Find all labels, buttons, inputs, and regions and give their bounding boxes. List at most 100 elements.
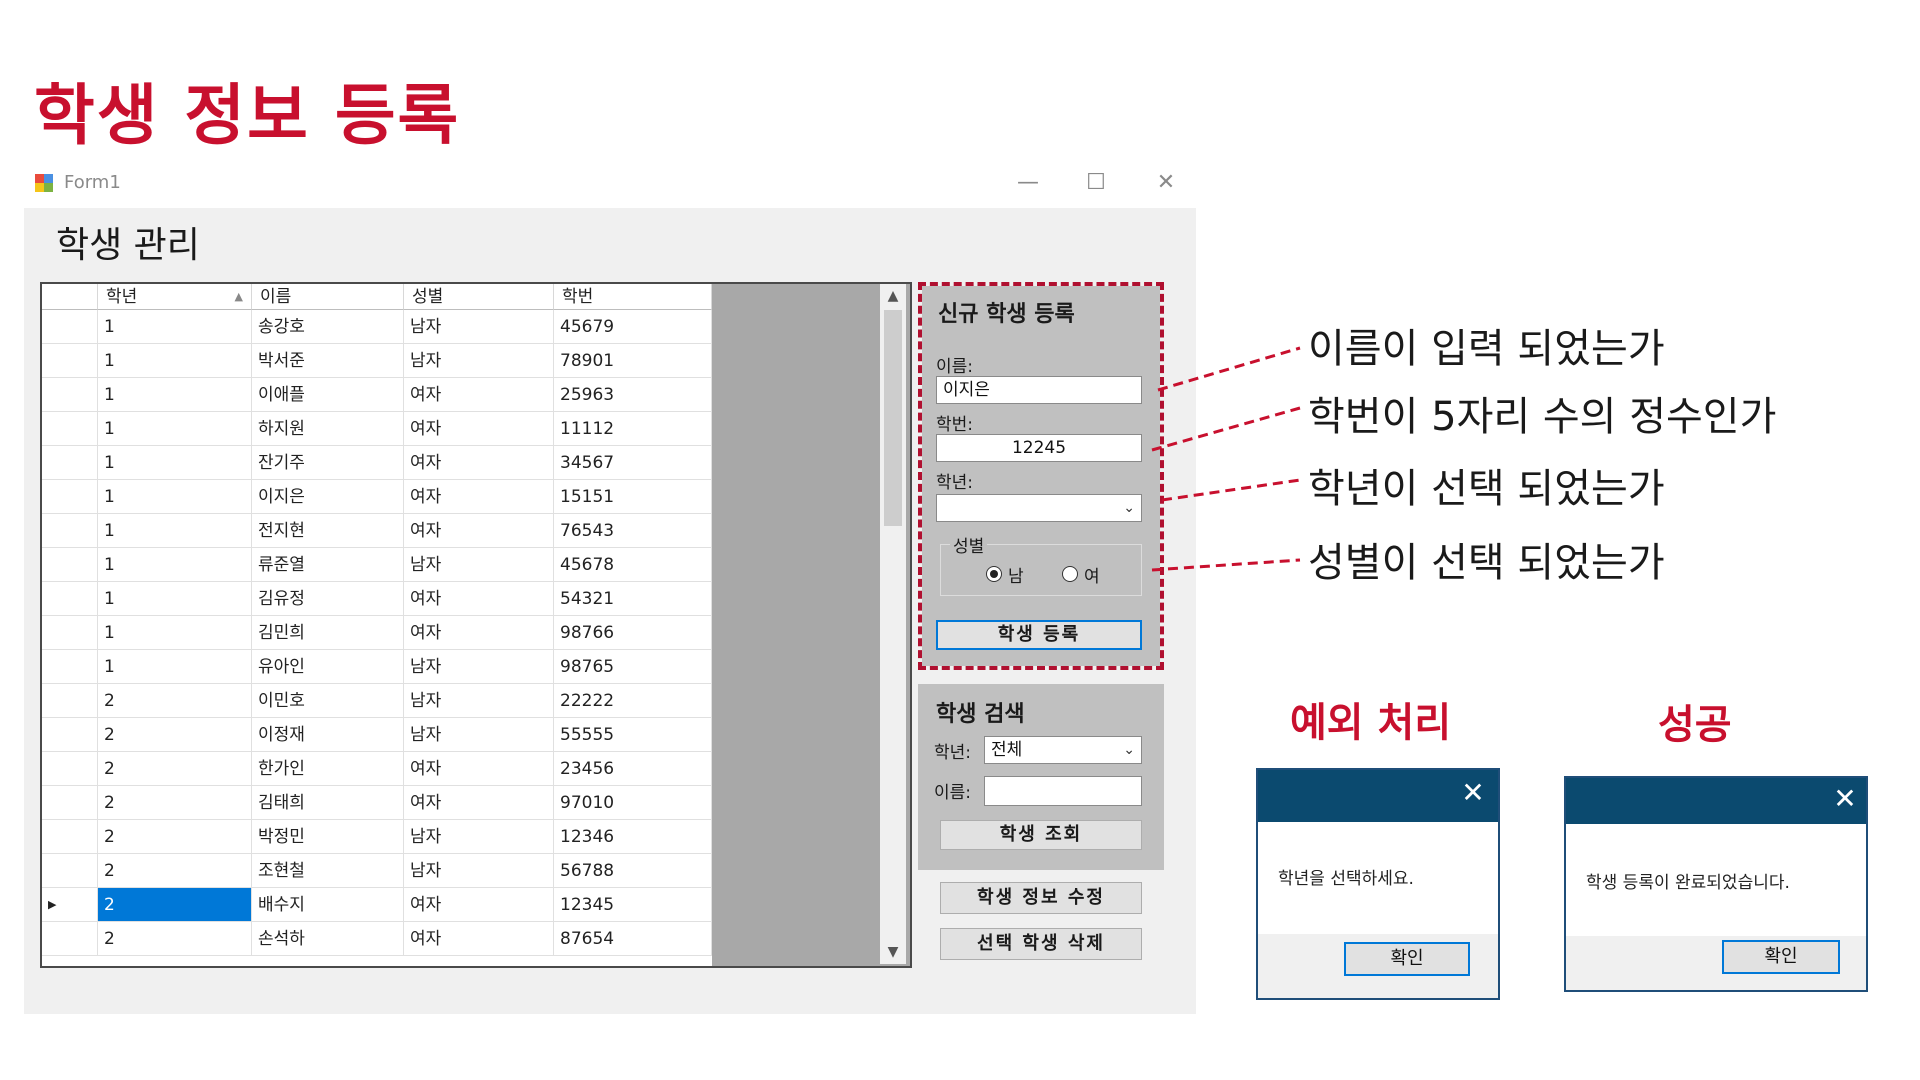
cell-gender[interactable]: 남자: [404, 344, 554, 378]
maximize-button[interactable]: ☐: [1076, 168, 1116, 198]
row-header[interactable]: [42, 922, 98, 956]
row-header[interactable]: ▶: [42, 888, 98, 922]
error-ok-button[interactable]: 확인: [1344, 942, 1470, 976]
cell-name[interactable]: 유아인: [252, 650, 404, 684]
row-header[interactable]: [42, 446, 98, 480]
cell-grade[interactable]: 2: [98, 820, 252, 854]
row-header[interactable]: [42, 514, 98, 548]
cell-gender[interactable]: 여자: [404, 616, 554, 650]
row-header[interactable]: [42, 344, 98, 378]
row-header[interactable]: [42, 378, 98, 412]
row-header[interactable]: [42, 582, 98, 616]
row-header[interactable]: [42, 616, 98, 650]
table-row[interactable]: 1 김민희 여자 98766: [42, 616, 712, 650]
cell-name[interactable]: 이민호: [252, 684, 404, 718]
close-icon[interactable]: ✕: [1830, 784, 1860, 814]
cell-gender[interactable]: 여자: [404, 786, 554, 820]
cell-gender[interactable]: 여자: [404, 582, 554, 616]
search-name-input[interactable]: [984, 776, 1142, 806]
cell-student-id[interactable]: 55555: [554, 718, 712, 752]
cell-name[interactable]: 조현철: [252, 854, 404, 888]
cell-grade[interactable]: 2: [98, 718, 252, 752]
row-header[interactable]: [42, 412, 98, 446]
cell-grade[interactable]: 1: [98, 616, 252, 650]
cell-grade[interactable]: 2: [98, 854, 252, 888]
cell-gender[interactable]: 남자: [404, 650, 554, 684]
cell-grade[interactable]: 2: [98, 888, 252, 922]
cell-student-id[interactable]: 98766: [554, 616, 712, 650]
delete-student-button[interactable]: 선택 학생 삭제: [940, 928, 1142, 960]
cell-gender[interactable]: 남자: [404, 310, 554, 344]
column-header-gender[interactable]: 성별: [404, 284, 554, 310]
close-icon[interactable]: ✕: [1458, 778, 1488, 808]
cell-student-id[interactable]: 15151: [554, 480, 712, 514]
cell-name[interactable]: 배수지: [252, 888, 404, 922]
cell-name[interactable]: 송강호: [252, 310, 404, 344]
cell-name[interactable]: 전지현: [252, 514, 404, 548]
row-header[interactable]: [42, 684, 98, 718]
cell-student-id[interactable]: 97010: [554, 786, 712, 820]
cell-gender[interactable]: 여자: [404, 446, 554, 480]
cell-gender[interactable]: 남자: [404, 548, 554, 582]
cell-name[interactable]: 박서준: [252, 344, 404, 378]
table-row[interactable]: 2 이정재 남자 55555: [42, 718, 712, 752]
table-row[interactable]: 2 조현철 남자 56788: [42, 854, 712, 888]
table-row[interactable]: 1 송강호 남자 45679: [42, 310, 712, 344]
cell-grade[interactable]: 1: [98, 650, 252, 684]
student-grid[interactable]: 학년 ▲ 이름 성별 학번 1 송강호 남자 45679 1 박서준 남자 78901 1 이애플…: [40, 282, 912, 968]
cell-gender[interactable]: 남자: [404, 684, 554, 718]
minimize-button[interactable]: —: [1008, 168, 1048, 198]
cell-student-id[interactable]: 25963: [554, 378, 712, 412]
cell-gender[interactable]: 여자: [404, 888, 554, 922]
table-row[interactable]: 1 박서준 남자 78901: [42, 344, 712, 378]
cell-grade[interactable]: 2: [98, 786, 252, 820]
cell-student-id[interactable]: 11112: [554, 412, 712, 446]
cell-student-id[interactable]: 22222: [554, 684, 712, 718]
success-ok-button[interactable]: 확인: [1722, 940, 1840, 974]
cell-name[interactable]: 김민희: [252, 616, 404, 650]
column-header-name[interactable]: 이름: [252, 284, 404, 310]
cell-student-id[interactable]: 54321: [554, 582, 712, 616]
cell-student-id[interactable]: 45679: [554, 310, 712, 344]
cell-name[interactable]: 김태희: [252, 786, 404, 820]
cell-name[interactable]: 이지은: [252, 480, 404, 514]
cell-grade[interactable]: 1: [98, 446, 252, 480]
cell-grade[interactable]: 1: [98, 310, 252, 344]
cell-student-id[interactable]: 12346: [554, 820, 712, 854]
row-header[interactable]: [42, 480, 98, 514]
cell-student-id[interactable]: 76543: [554, 514, 712, 548]
cell-gender[interactable]: 남자: [404, 820, 554, 854]
cell-gender[interactable]: 여자: [404, 480, 554, 514]
table-row[interactable]: 1 이애플 여자 25963: [42, 378, 712, 412]
scroll-thumb[interactable]: [884, 310, 902, 526]
table-row[interactable]: 1 류준열 남자 45678: [42, 548, 712, 582]
cell-gender[interactable]: 남자: [404, 854, 554, 888]
scroll-up-icon[interactable]: ▲: [880, 284, 906, 308]
cell-grade[interactable]: 1: [98, 548, 252, 582]
table-row[interactable]: 2 한가인 여자 23456: [42, 752, 712, 786]
cell-gender[interactable]: 여자: [404, 752, 554, 786]
row-header[interactable]: [42, 310, 98, 344]
row-header[interactable]: [42, 820, 98, 854]
cell-student-id[interactable]: 87654: [554, 922, 712, 956]
table-row[interactable]: 1 잔기주 여자 34567: [42, 446, 712, 480]
cell-gender[interactable]: 여자: [404, 412, 554, 446]
cell-grade[interactable]: 2: [98, 922, 252, 956]
cell-name[interactable]: 이애플: [252, 378, 404, 412]
cell-grade[interactable]: 1: [98, 344, 252, 378]
scroll-down-icon[interactable]: ▼: [880, 940, 906, 964]
column-header-student-id[interactable]: 학번: [554, 284, 712, 310]
table-row[interactable]: 2 김태희 여자 97010: [42, 786, 712, 820]
cell-name[interactable]: 잔기주: [252, 446, 404, 480]
row-header[interactable]: [42, 786, 98, 820]
cell-gender[interactable]: 남자: [404, 718, 554, 752]
row-header[interactable]: [42, 718, 98, 752]
cell-grade[interactable]: 1: [98, 514, 252, 548]
cell-grade[interactable]: 1: [98, 582, 252, 616]
cell-grade[interactable]: 1: [98, 480, 252, 514]
cell-student-id[interactable]: 34567: [554, 446, 712, 480]
column-header-grade[interactable]: 학년 ▲: [98, 284, 252, 310]
table-row[interactable]: 1 유아인 남자 98765: [42, 650, 712, 684]
cell-name[interactable]: 류준열: [252, 548, 404, 582]
edit-student-button[interactable]: 학생 정보 수정: [940, 882, 1142, 914]
